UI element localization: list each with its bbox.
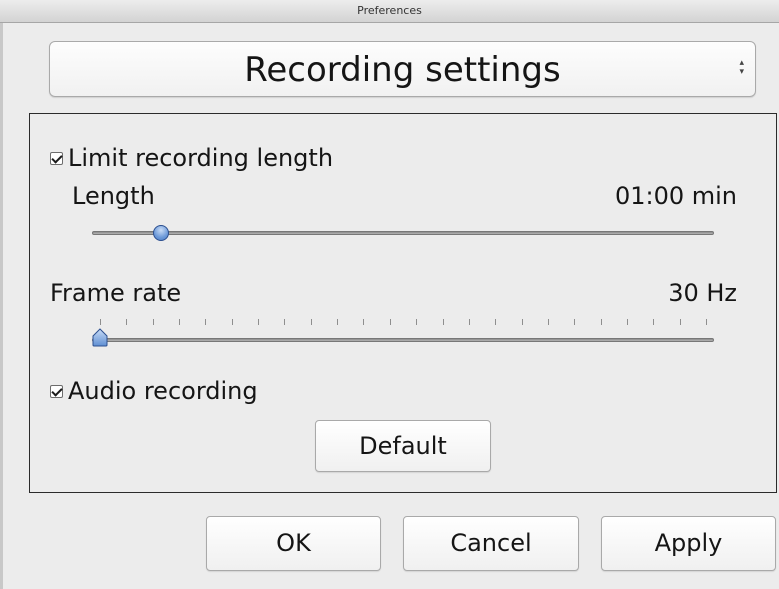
ok-button[interactable]: OK	[206, 516, 381, 571]
slider-tick	[258, 319, 260, 325]
length-label: Length	[72, 182, 155, 210]
category-popup-button[interactable]: Recording settings ▴ ▾	[49, 41, 756, 97]
slider-tick	[653, 319, 655, 325]
slider-tick	[231, 319, 233, 325]
slider-tick	[626, 319, 628, 325]
limit-length-checkbox[interactable]	[50, 151, 63, 165]
recording-settings-panel: Limit recording length Length 01:00 min …	[29, 113, 777, 493]
frame-rate-value: 30 Hz	[668, 279, 737, 307]
slider-tick	[574, 319, 576, 325]
audio-recording-checkbox[interactable]	[50, 384, 63, 398]
slider-tick	[442, 319, 444, 325]
frame-rate-slider-track[interactable]	[92, 338, 714, 342]
audio-recording-label: Audio recording	[68, 377, 258, 405]
slider-tick	[100, 319, 101, 325]
frame-rate-label: Frame rate	[50, 279, 182, 307]
slider-tick	[547, 319, 549, 325]
slider-tick	[337, 319, 339, 325]
slider-tick	[152, 319, 154, 325]
window-title: Preferences	[357, 4, 422, 17]
slider-tick	[495, 319, 497, 325]
length-slider-knob[interactable]	[152, 225, 169, 241]
slider-tick	[389, 319, 391, 325]
slider-tick	[179, 319, 181, 325]
slider-tick	[679, 319, 681, 325]
slider-tick	[416, 319, 418, 325]
cancel-button[interactable]: Cancel	[403, 516, 579, 571]
up-down-arrows-icon: ▴ ▾	[739, 58, 744, 77]
slider-tick	[126, 319, 128, 325]
frame-rate-slider-knob[interactable]	[92, 328, 108, 347]
category-popup-label: Recording settings	[244, 50, 561, 90]
slider-tick	[600, 319, 602, 325]
slider-tick	[363, 319, 365, 325]
slider-tick	[310, 319, 312, 325]
slider-tick	[521, 319, 523, 325]
slider-tick	[468, 319, 470, 325]
limit-length-checkbox-row[interactable]: Limit recording length	[50, 144, 333, 172]
window-titlebar: Preferences	[0, 0, 779, 23]
length-value: 01:00 min	[614, 182, 737, 210]
audio-recording-checkbox-row[interactable]: Audio recording	[50, 377, 258, 405]
apply-button[interactable]: Apply	[601, 516, 776, 571]
slider-tick	[284, 319, 286, 325]
length-slider-track[interactable]	[92, 231, 714, 235]
window-left-edge	[0, 23, 3, 589]
slider-tick	[706, 319, 707, 325]
limit-length-label: Limit recording length	[68, 144, 334, 172]
default-button[interactable]: Default	[315, 420, 491, 472]
slider-tick	[205, 319, 207, 325]
